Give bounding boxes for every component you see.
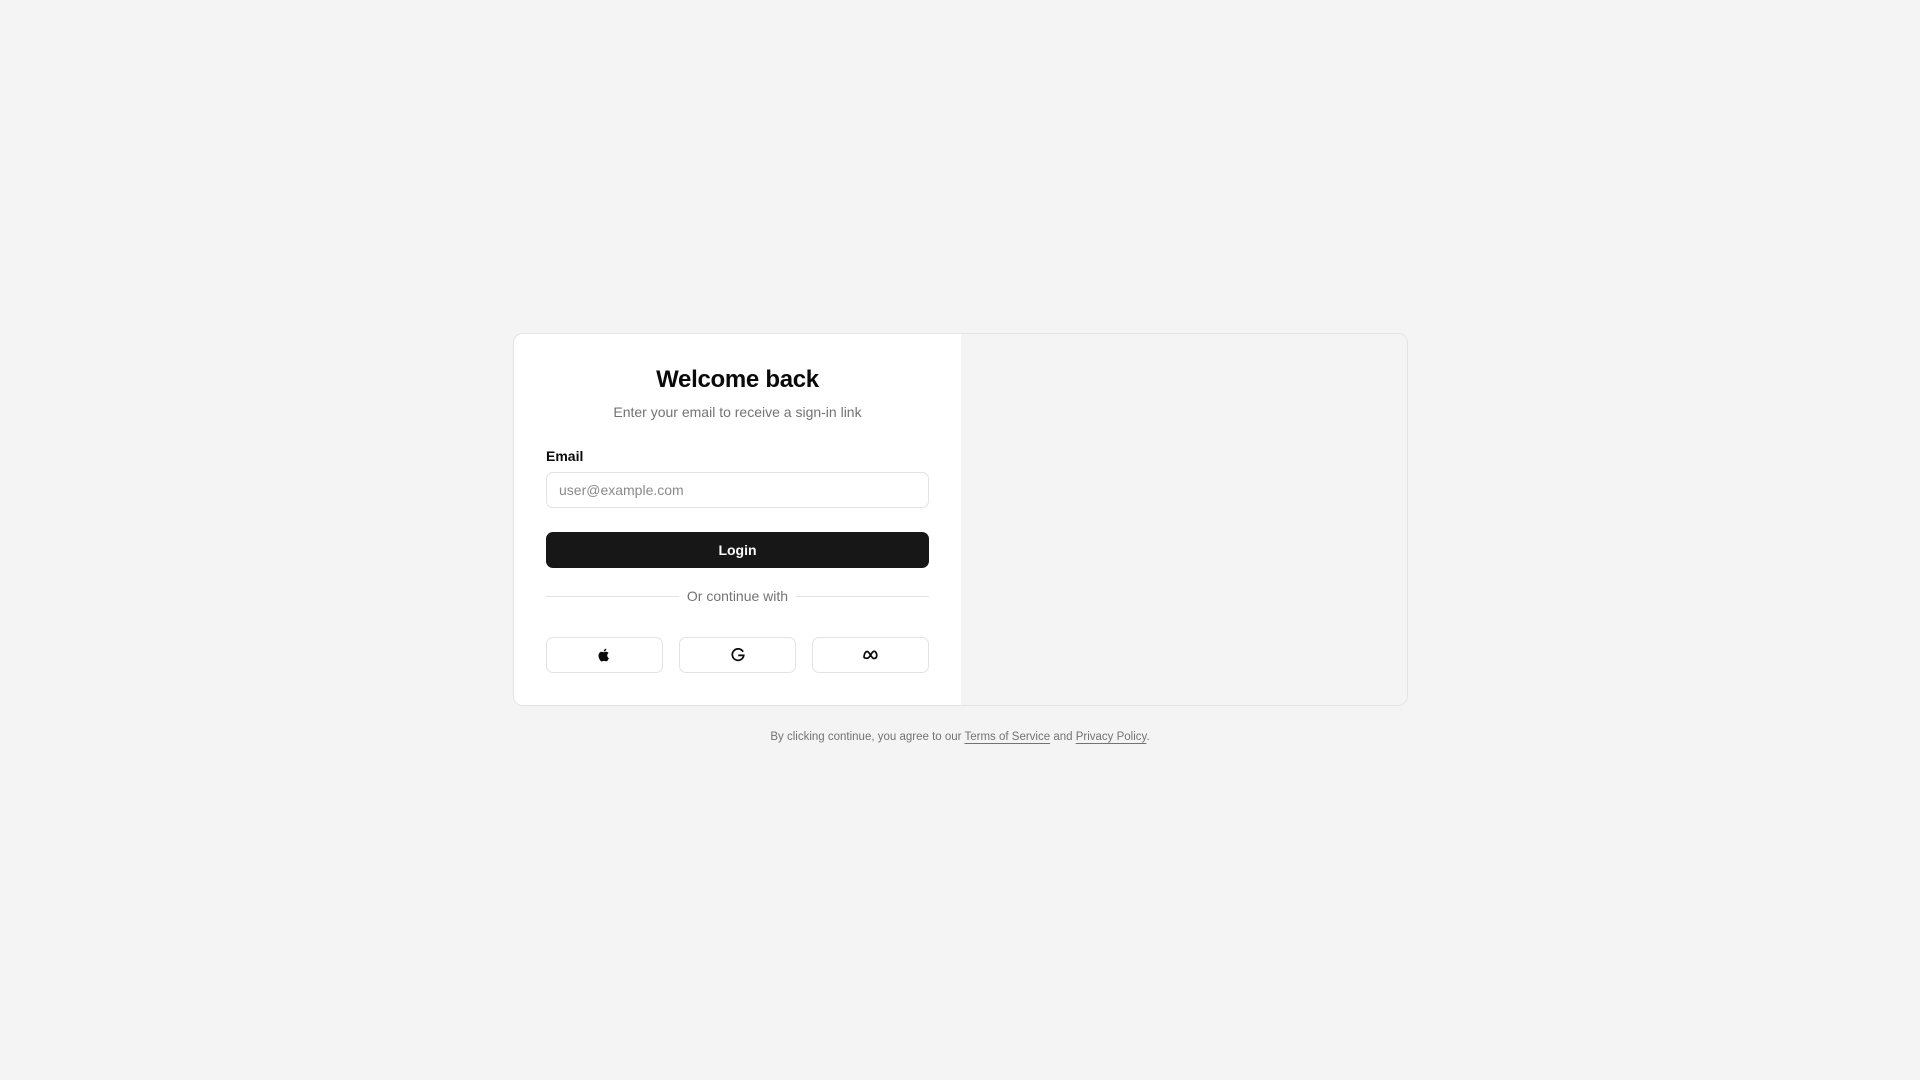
apple-icon — [597, 647, 612, 663]
email-field[interactable] — [546, 472, 929, 508]
login-card: Welcome back Enter your email to receive… — [513, 333, 1408, 706]
google-icon — [730, 647, 746, 663]
apple-login-button[interactable] — [546, 637, 663, 673]
divider-line-left — [546, 595, 679, 597]
page-title: Welcome back — [656, 366, 819, 393]
terms-notice: By clicking continue, you agree to our T… — [0, 731, 1920, 743]
google-login-button[interactable] — [679, 637, 796, 673]
terms-of-service-link[interactable]: Terms of Service — [964, 731, 1050, 743]
meta-icon — [862, 649, 880, 661]
terms-prefix: By clicking continue, you agree to our — [770, 731, 962, 743]
social-login-row — [546, 637, 929, 673]
email-label: Email — [546, 448, 584, 464]
divider: Or continue with — [546, 588, 930, 604]
divider-text: Or continue with — [686, 588, 789, 604]
meta-login-button[interactable] — [812, 637, 929, 673]
login-form: Welcome back Enter your email to receive… — [514, 334, 961, 705]
terms-and-text: and — [1053, 731, 1073, 743]
divider-line-right — [796, 595, 930, 597]
terms-suffix: . — [1146, 731, 1150, 743]
login-button[interactable]: Login — [546, 532, 929, 568]
side-panel — [961, 334, 1407, 705]
page-subtitle: Enter your email to receive a sign-in li… — [613, 404, 862, 420]
privacy-policy-link[interactable]: Privacy Policy — [1076, 731, 1147, 743]
